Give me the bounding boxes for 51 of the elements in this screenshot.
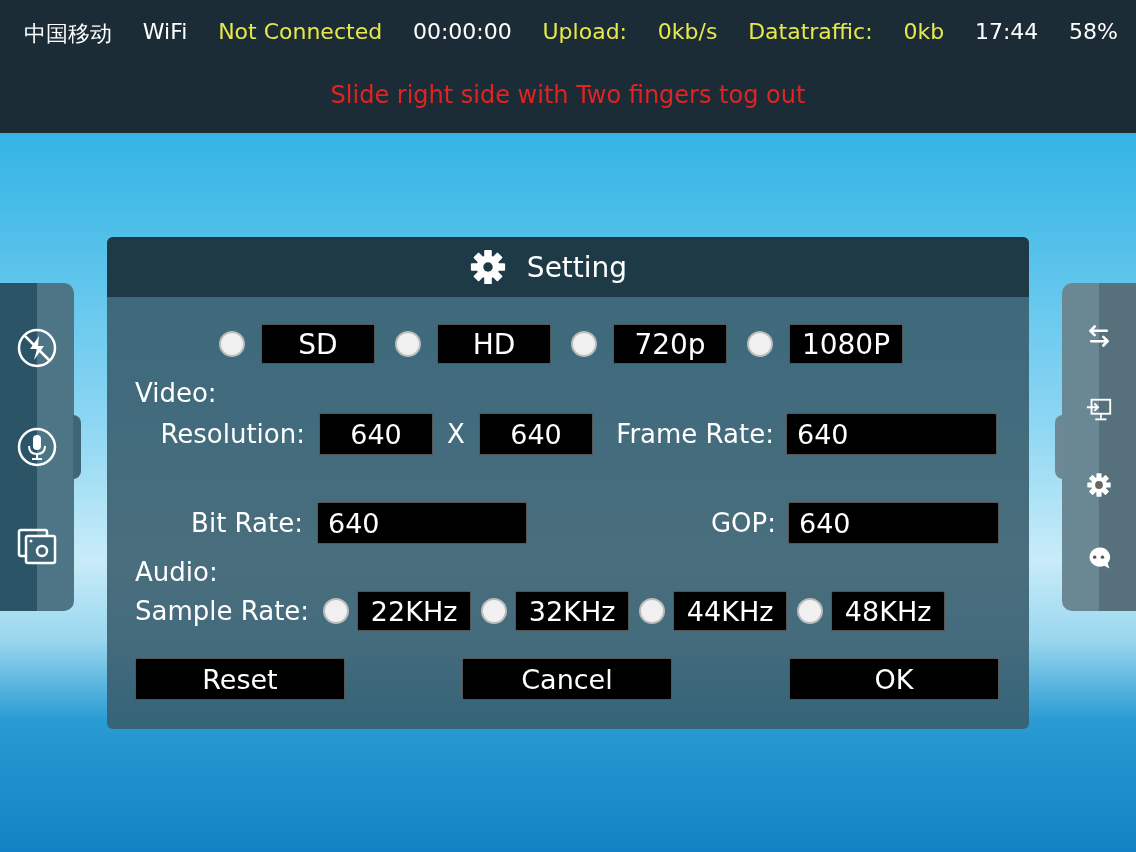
status-text: Datatraffic: [748,19,873,46]
swap-arrows-icon[interactable] [1086,322,1112,349]
panel-handle[interactable] [73,415,81,479]
dialog-button[interactable]: Cancel [462,658,672,700]
radio-button[interactable] [797,598,824,624]
option-label[interactable]: HD [437,324,551,364]
dialog-button[interactable]: OK [789,658,999,700]
radio-button[interactable] [481,598,508,624]
status-text: 中国移动 [24,20,112,48]
radio-button[interactable] [323,598,350,624]
status-text: 00:00:00 [412,19,512,46]
settings-icon[interactable] [1086,471,1112,498]
input-field[interactable]: 640 [786,413,997,455]
status-text: 0kb/s [657,19,718,46]
panel-handle[interactable] [1055,415,1063,479]
radio-button[interactable] [571,331,597,357]
input-field[interactable]: 640 [319,413,433,455]
radio-button[interactable] [747,331,773,357]
field-label: Resolution: [159,419,305,449]
option-label[interactable]: 48KHz [831,591,946,631]
status-text: 17:44 [974,19,1039,46]
field-label: Frame Rate: [615,419,774,449]
status-text: 0kb [903,19,945,46]
microphone-icon[interactable] [17,427,57,467]
option-label[interactable]: 44KHz [673,591,788,631]
dialog-button[interactable]: Reset [135,658,345,700]
section-label: Audio: [135,556,219,589]
hint-text: Slide right side with Two fingers tog out [329,81,807,109]
option-label[interactable]: 720p [613,324,727,364]
input-field[interactable]: 640 [317,502,527,544]
status-text: Upload: [542,19,627,46]
radio-button[interactable] [639,598,666,624]
input-field[interactable]: 640 [788,502,999,544]
status-text: 58% [1069,19,1118,46]
field-label: Bit Rate: [190,508,303,538]
option-label[interactable]: 32KHz [515,591,630,631]
option-label[interactable]: 1080P [789,324,903,364]
field-label: Sample Rate: [135,596,310,626]
input-field[interactable]: 640 [479,413,593,455]
radio-button[interactable] [219,331,245,357]
field-label: GOP: [709,508,776,538]
radio-button[interactable] [395,331,421,357]
option-label[interactable]: SD [261,324,375,364]
dialog-title: Setting [526,250,628,284]
status-text: WiFi [142,19,188,46]
option-label[interactable]: 22KHz [357,591,472,631]
settings-icon [468,248,507,286]
flash-off-icon[interactable] [17,328,57,369]
separator-text: X [446,419,466,449]
status-text: Not Connected [218,19,383,46]
section-label: Video: [135,377,218,410]
